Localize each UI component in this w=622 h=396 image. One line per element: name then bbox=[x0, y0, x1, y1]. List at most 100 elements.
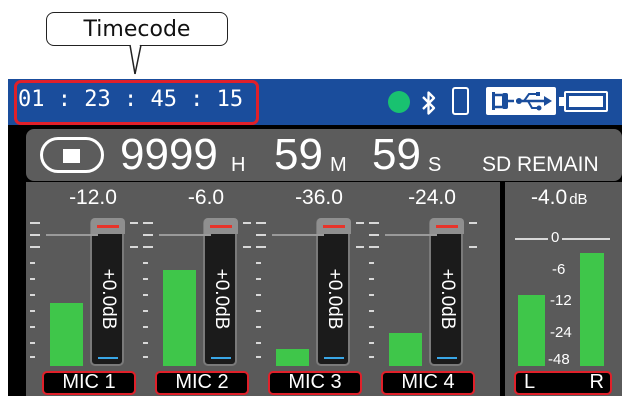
device-screen: 01 : 23 : 45 : 15 9999 H 59 M 59 S SD RE… bbox=[8, 79, 622, 396]
scale-tick bbox=[143, 326, 148, 328]
ch2-level: -6.0 bbox=[187, 186, 225, 209]
scale-tick bbox=[143, 278, 148, 280]
zero-line bbox=[159, 234, 211, 236]
scale-tick bbox=[369, 356, 374, 358]
scale-tick bbox=[256, 234, 266, 236]
scale-tick bbox=[369, 222, 379, 224]
zero-line bbox=[385, 234, 437, 236]
scale-tick-right bbox=[469, 246, 477, 248]
scale-tick bbox=[256, 222, 266, 224]
ch3-fader-value: +0.0dB bbox=[324, 268, 345, 330]
sd-remaining-panel: 9999 H 59 M 59 S SD REMAIN bbox=[26, 129, 622, 181]
scale-tick bbox=[143, 262, 148, 264]
scale-tick bbox=[256, 278, 261, 280]
master-scale-0: 0 bbox=[551, 229, 560, 246]
scale-tick bbox=[30, 356, 35, 358]
scale-tick bbox=[369, 278, 374, 280]
ch2-fader-value: +0.0dB bbox=[211, 268, 232, 330]
scale-tick bbox=[143, 234, 153, 236]
zero-line bbox=[272, 234, 324, 236]
smartphone-icon bbox=[452, 87, 469, 115]
scale-tick bbox=[30, 234, 40, 236]
master-level-unit: dB bbox=[569, 191, 588, 208]
scale-tick bbox=[143, 222, 153, 224]
scale-tick bbox=[143, 310, 148, 312]
scale-tick bbox=[256, 262, 261, 264]
ch3-label[interactable]: MIC 3 bbox=[268, 371, 362, 395]
scale-tick bbox=[369, 234, 379, 236]
status-bar: 01 : 23 : 45 : 15 bbox=[8, 79, 622, 125]
ch4-label[interactable]: MIC 4 bbox=[381, 371, 475, 395]
scale-tick-right bbox=[356, 222, 364, 224]
ch1-label[interactable]: MIC 1 bbox=[42, 371, 136, 395]
remain-hours: 9999 bbox=[120, 130, 218, 179]
ch3-meter bbox=[276, 349, 309, 366]
master-level-value: -4.0 bbox=[531, 186, 568, 209]
ch3-fader[interactable]: +0.0dB bbox=[316, 218, 351, 366]
scale-tick bbox=[30, 310, 35, 312]
zero-line bbox=[46, 234, 98, 236]
scale-tick-right bbox=[130, 246, 138, 248]
master-scale-24: -24 bbox=[550, 324, 572, 341]
scale-tick bbox=[143, 294, 148, 296]
ch3-level: -36.0 bbox=[295, 186, 343, 209]
scale-tick-right bbox=[130, 222, 138, 224]
master-right-meter bbox=[580, 253, 604, 366]
master-level: -4.0 dB bbox=[531, 186, 588, 210]
remain-hours-unit: H bbox=[231, 154, 246, 176]
master-scale-6: -6 bbox=[552, 261, 566, 278]
master-right-label: R bbox=[589, 371, 604, 393]
scale-tick bbox=[369, 294, 374, 296]
scale-tick bbox=[256, 342, 261, 344]
master-left-meter bbox=[518, 295, 545, 366]
ch4-fader[interactable]: +0.0dB bbox=[429, 218, 464, 366]
master-left-label: L bbox=[524, 371, 536, 393]
scale-tick bbox=[369, 262, 374, 264]
ch1-level: -12.0 bbox=[69, 186, 117, 209]
ch1-fader-value: +0.0dB bbox=[98, 268, 119, 330]
scale-tick bbox=[30, 262, 35, 264]
ch4-level: -24.0 bbox=[408, 186, 456, 209]
scale-tick-right bbox=[243, 222, 251, 224]
scale-tick bbox=[30, 246, 40, 248]
scale-tick-right bbox=[356, 246, 364, 248]
scale-tick bbox=[256, 246, 266, 248]
scale-tick bbox=[256, 356, 261, 358]
scale-tick bbox=[143, 246, 153, 248]
scale-tick bbox=[30, 222, 40, 224]
master-zero-line-right bbox=[562, 238, 610, 240]
bluetooth-icon bbox=[422, 91, 436, 115]
usb-power-icon bbox=[486, 87, 556, 115]
callout-pointer bbox=[129, 44, 142, 75]
scale-tick-right bbox=[469, 222, 477, 224]
master-scale-48: -48 bbox=[548, 351, 570, 368]
ch2-fader[interactable]: +0.0dB bbox=[203, 218, 238, 366]
stop-icon bbox=[40, 137, 104, 173]
ch4-fader-value: +0.0dB bbox=[437, 268, 458, 330]
master-lr-label: L R bbox=[514, 371, 612, 395]
scale-tick bbox=[143, 356, 148, 358]
scale-tick bbox=[369, 342, 374, 344]
scale-tick bbox=[369, 326, 374, 328]
remain-minutes: 59 bbox=[274, 130, 323, 179]
master-zero-line-left bbox=[515, 238, 548, 240]
timecode-highlight bbox=[14, 80, 259, 125]
scale-tick bbox=[30, 326, 35, 328]
battery-icon bbox=[564, 91, 608, 112]
ch4-meter bbox=[389, 333, 422, 366]
scale-tick bbox=[369, 246, 379, 248]
remain-seconds-unit: S bbox=[428, 154, 442, 176]
sd-remain-label: SD REMAIN bbox=[482, 153, 599, 176]
scale-tick bbox=[30, 278, 35, 280]
scale-tick bbox=[256, 294, 261, 296]
scale-tick bbox=[256, 326, 261, 328]
ch2-label[interactable]: MIC 2 bbox=[155, 371, 249, 395]
mixer-panel: -12.0 +0.0dB MIC 1 -6.0 +0.0dB MIC 2 -36… bbox=[8, 182, 622, 396]
scale-tick bbox=[143, 342, 148, 344]
ch1-meter bbox=[50, 303, 83, 366]
scale-tick bbox=[30, 294, 35, 296]
master-scale-12: -12 bbox=[550, 292, 572, 309]
scale-tick-right bbox=[243, 246, 251, 248]
scale-tick bbox=[30, 342, 35, 344]
ch1-fader[interactable]: +0.0dB bbox=[90, 218, 125, 366]
